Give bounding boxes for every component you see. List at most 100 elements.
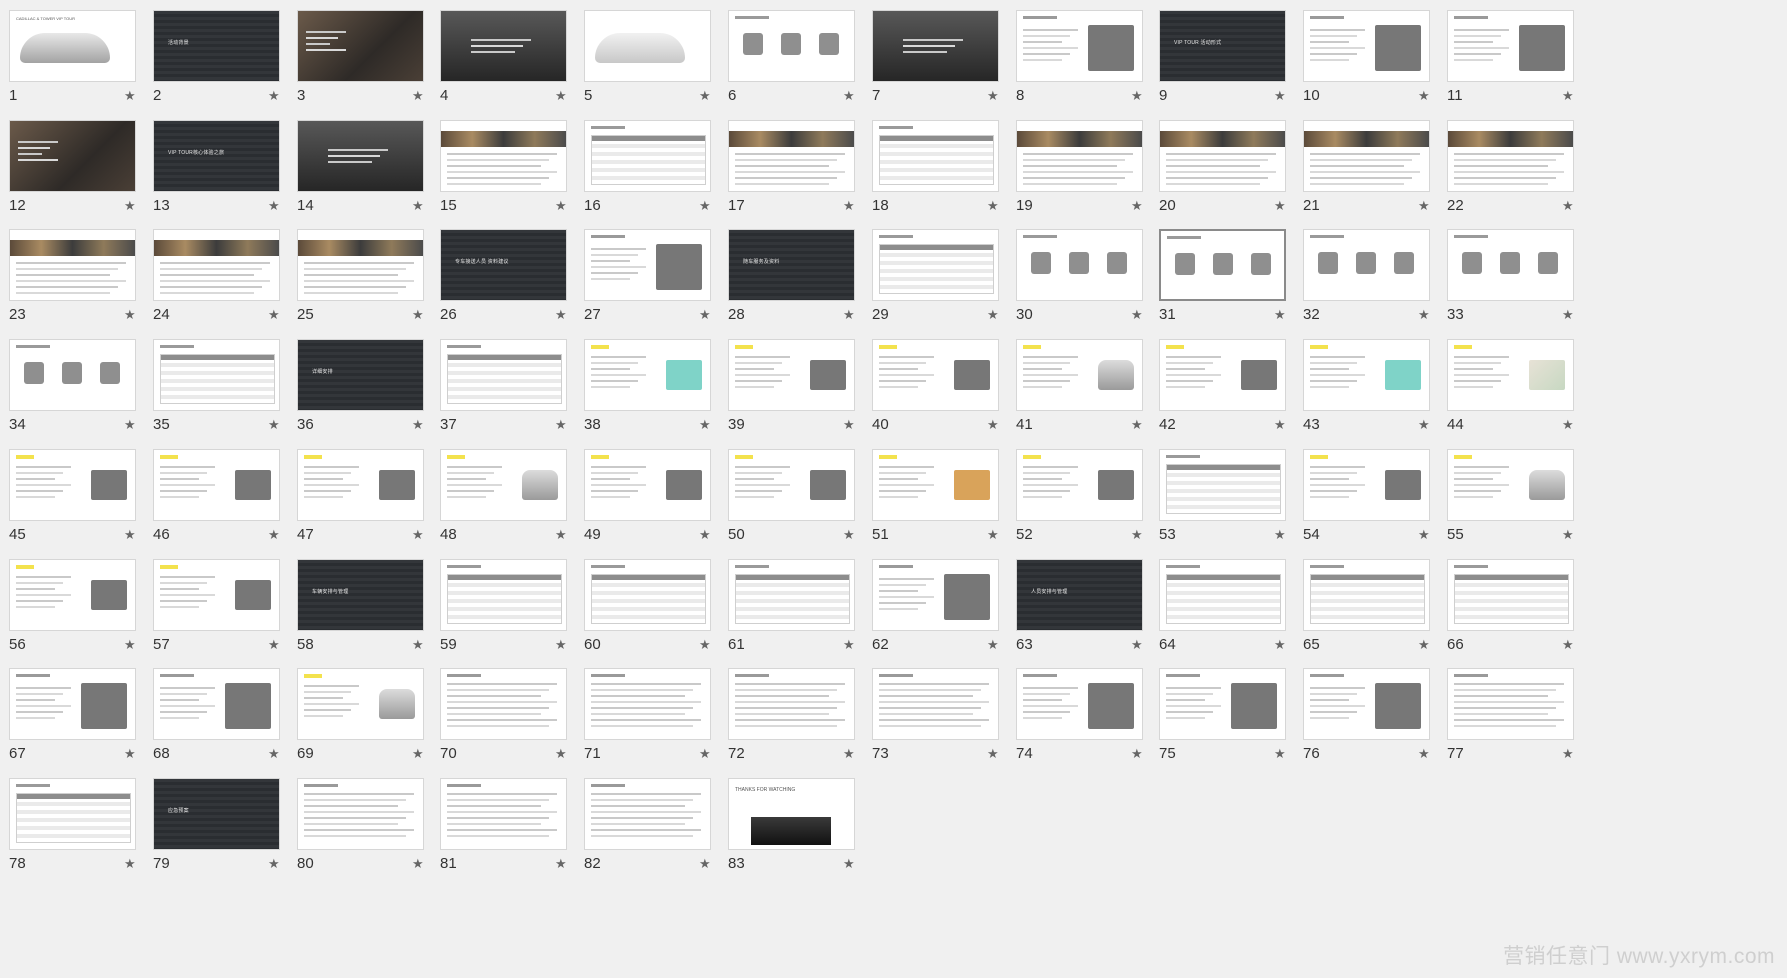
slide-thumbnail[interactable] (584, 559, 711, 631)
slide-thumbnail[interactable] (1303, 668, 1430, 740)
slide-text-line (328, 161, 372, 163)
slide-thumbnail[interactable] (297, 120, 424, 192)
slide-thumbnail[interactable] (872, 449, 999, 521)
slide-thumbnail[interactable] (297, 668, 424, 740)
slide-thumbnail[interactable] (440, 449, 567, 521)
slide-thumbnail[interactable] (9, 120, 136, 192)
slide-thumbnail[interactable] (1016, 120, 1143, 192)
slide-thumbnail[interactable]: VIP TOUR 活动形式 (1159, 10, 1286, 82)
slide-thumbnail[interactable] (1159, 449, 1286, 521)
slide-thumbnail[interactable] (1447, 10, 1574, 82)
slide-thumbnail[interactable] (9, 229, 136, 301)
slide-thumbnail[interactable] (584, 10, 711, 82)
slide-thumbnail[interactable] (153, 559, 280, 631)
slide-text-line (735, 368, 774, 370)
slide-thumbnail[interactable] (9, 778, 136, 850)
slide-thumbnail[interactable] (1016, 339, 1143, 411)
slide-thumbnail[interactable] (728, 339, 855, 411)
slide-thumbnail[interactable] (440, 559, 567, 631)
slide-text-line (591, 472, 638, 474)
highlight-tag (16, 455, 34, 459)
slide-thumbnail[interactable] (1159, 229, 1286, 301)
slide-text-line (1023, 466, 1078, 468)
slide-thumbnail[interactable]: 活动背景 (153, 10, 280, 82)
slide-thumbnail[interactable]: 随车服务及资料 (728, 229, 855, 301)
slide-thumbnail[interactable] (728, 668, 855, 740)
slide-thumbnail[interactable] (872, 559, 999, 631)
slide-thumbnail[interactable] (872, 668, 999, 740)
slide-thumbnail[interactable] (153, 229, 280, 301)
slide-thumbnail[interactable] (1016, 449, 1143, 521)
slide-thumbnail[interactable] (9, 559, 136, 631)
slide-thumbnail[interactable]: VIP TOUR核心体验之旅 (153, 120, 280, 192)
slide-thumbnail[interactable] (872, 229, 999, 301)
slide-thumbnail[interactable]: 车辆安排与管理 (297, 559, 424, 631)
slide-thumbnail[interactable] (1303, 559, 1430, 631)
slide-thumbnail[interactable] (297, 449, 424, 521)
slide-thumbnail[interactable] (1303, 339, 1430, 411)
slide-thumbnail[interactable] (872, 120, 999, 192)
slide-cell: 73 ★ (863, 658, 1013, 778)
slide-thumbnail[interactable] (872, 339, 999, 411)
slide-thumbnail[interactable] (584, 339, 711, 411)
slide-thumbnail[interactable] (1447, 449, 1574, 521)
slide-cell: 专车接送人员 资料建议 26 ★ (431, 219, 581, 339)
slide-thumbnail[interactable] (584, 668, 711, 740)
slide-text-line (304, 268, 406, 270)
slide-thumbnail[interactable] (584, 778, 711, 850)
slide-thumbnail[interactable] (728, 559, 855, 631)
slide-thumbnail[interactable] (584, 120, 711, 192)
slide-thumbnail[interactable] (1159, 559, 1286, 631)
slide-text-line (1310, 53, 1357, 55)
slide-thumbnail[interactable] (153, 449, 280, 521)
slide-thumbnail[interactable] (1016, 668, 1143, 740)
slide-thumbnail[interactable] (1159, 120, 1286, 192)
slide-number: 14 (297, 197, 314, 214)
slide-text-line (1454, 183, 1548, 185)
slide-number: 53 (1159, 526, 1176, 543)
slide-thumbnail[interactable] (297, 10, 424, 82)
section-title: 随车服务及资料 (743, 259, 780, 265)
slide-thumbnail[interactable]: 人员安排与管理 (1016, 559, 1143, 631)
slide-thumbnail[interactable] (153, 339, 280, 411)
slide-thumbnail[interactable] (1447, 229, 1574, 301)
slide-thumbnail[interactable] (9, 449, 136, 521)
slide-thumbnail[interactable] (440, 339, 567, 411)
slide-thumbnail[interactable]: THANKS FOR WATCHING (728, 778, 855, 850)
slide-thumbnail[interactable] (1447, 668, 1574, 740)
slide-thumbnail[interactable] (728, 449, 855, 521)
slide-text-line (591, 266, 646, 268)
slide-thumbnail[interactable] (584, 229, 711, 301)
slide-thumbnail[interactable] (1303, 229, 1430, 301)
slide-thumbnail[interactable] (1303, 449, 1430, 521)
slide-thumbnail[interactable] (872, 10, 999, 82)
slide-thumbnail[interactable] (297, 229, 424, 301)
slide-thumbnail[interactable] (584, 449, 711, 521)
slide-thumbnail[interactable] (1447, 339, 1574, 411)
slide-thumbnail[interactable] (1303, 10, 1430, 82)
slide-thumbnail[interactable] (1447, 120, 1574, 192)
slide-thumbnail[interactable] (1159, 339, 1286, 411)
slide-thumbnail[interactable] (440, 778, 567, 850)
slide-thumbnail[interactable] (1016, 229, 1143, 301)
slide-thumbnail[interactable] (440, 668, 567, 740)
slide-thumbnail[interactable] (440, 10, 567, 82)
slide-thumbnail[interactable] (1016, 10, 1143, 82)
slide-text-line (447, 165, 541, 167)
slide-thumbnail[interactable] (9, 668, 136, 740)
slide-thumbnail[interactable] (1303, 120, 1430, 192)
slide-number: 28 (728, 306, 745, 323)
slide-thumbnail[interactable] (1447, 559, 1574, 631)
slide-thumbnail[interactable] (440, 120, 567, 192)
slide-thumbnail[interactable]: CADILLAC & TOWER VIP TOUR (9, 10, 136, 82)
slide-text-line (903, 51, 947, 53)
slide-thumbnail[interactable]: 专车接送人员 资料建议 (440, 229, 567, 301)
slide-thumbnail[interactable] (153, 668, 280, 740)
slide-thumbnail[interactable]: 应急预案 (153, 778, 280, 850)
slide-thumbnail[interactable] (1159, 668, 1286, 740)
slide-thumbnail[interactable] (9, 339, 136, 411)
slide-thumbnail[interactable] (297, 778, 424, 850)
slide-thumbnail[interactable] (728, 120, 855, 192)
slide-thumbnail[interactable]: 详细安排 (297, 339, 424, 411)
slide-thumbnail[interactable] (728, 10, 855, 82)
